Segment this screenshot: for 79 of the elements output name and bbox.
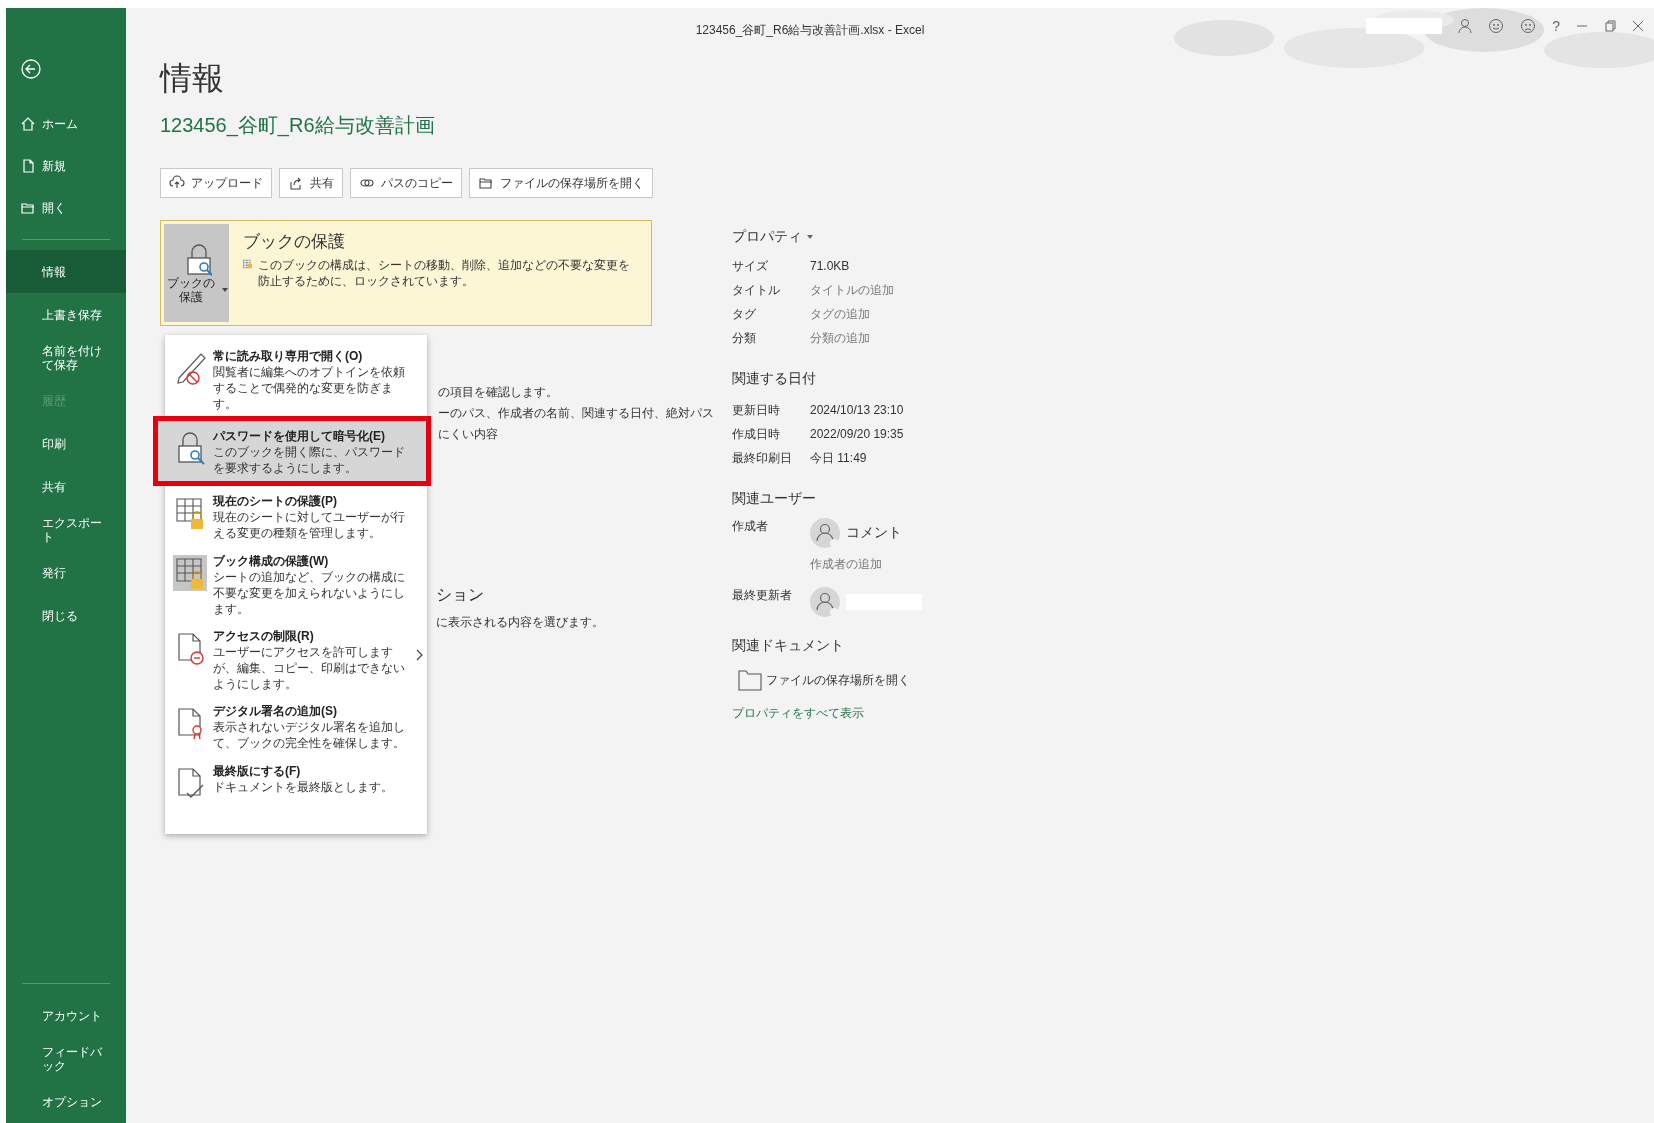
share-icon [288,175,304,191]
folder-icon [20,200,36,216]
menu-item[interactable]: デジタル署名の追加(S) 表示されないデジタル署名を追加して、ブックの完全性を確保します。 [165,696,427,756]
sidebar-item[interactable]: 上書き保存 [6,293,116,336]
show-all-properties-link[interactable]: プロパティをすべて表示 [732,706,864,720]
menu-item[interactable]: 常に読み取り専用で開く(O) 閲覧者に編集へのオプトインを依頼することで偶発的な変更を防ぎます。 [165,341,427,416]
property-label: サイズ [732,257,769,275]
section-heading: ション [436,586,484,603]
sidebar-item[interactable]: エクスポート [6,508,126,551]
file-name: 123456_谷町_R6給与改善計画 [160,114,435,136]
sidebar-item[interactable]: オプション [6,1080,116,1123]
section-text: にくい内容 [438,428,498,440]
property-label: 最終印刷日 [732,449,793,467]
page-title: 情報 [160,59,225,98]
help-button[interactable]: ? [1552,18,1560,34]
avatar-icon [810,518,840,548]
sidebar-item[interactable]: 閉じる [6,594,92,637]
menu-item[interactable]: アクセスの制限(R) ユーザーにアクセスを許可しますが、編集、コピー、印刷はできないようにします。 [165,621,427,696]
property-label: タイトル [732,281,781,299]
workbook-lock-icon [243,257,253,271]
sidebar-item[interactable]: ホーム [6,103,126,145]
home-icon [20,116,36,132]
smile-icon[interactable] [1488,18,1505,34]
caret-down-icon [221,287,229,293]
section-text: の項目を確認します。 [438,386,558,398]
property-value: 今日 11:49 [810,450,867,465]
sidebar-item[interactable]: 共有 [6,465,80,508]
property-label: 作成者 [732,518,769,535]
add-author-field[interactable]: 作成者の追加 [810,557,882,571]
section-heading: 関連ユーザー [732,490,816,506]
cloud-upload-icon [169,175,185,191]
property-value: 2022/09/20 19:35 [810,427,904,441]
properties-dropdown[interactable]: プロパティ [732,228,802,246]
sidebar-item[interactable]: 新規 [6,145,126,187]
property-field[interactable]: 分類の追加 [810,330,870,345]
document-icon [20,158,36,174]
back-icon[interactable] [20,58,42,80]
sidebar-item[interactable]: 開く [6,187,126,229]
property-label: 更新日時 [732,401,781,419]
action-button[interactable]: アップロード [160,168,272,198]
folder-icon [738,669,762,691]
sidebar-item[interactable]: 情報 [6,250,126,293]
person-icon[interactable] [1458,18,1473,34]
section-heading: 関連ドキュメント [732,637,845,655]
frown-icon[interactable] [1520,18,1537,34]
close-icon[interactable] [1632,20,1644,32]
property-label: 分類 [732,329,757,347]
sidebar-item[interactable]: アカウント [6,994,116,1037]
menu-item[interactable]: ブック構成の保護(W) シートの追加など、ブックの構成に不要な変更を加えられないようにします。 [165,546,427,621]
property-value: 2024/10/13 23:10 [810,403,904,417]
menu-item[interactable]: 最終版にする(F) ドキュメントを最終版とします。 [165,756,427,816]
property-label: 最終更新者 [732,587,793,604]
action-button[interactable]: ファイルの保存場所を開く [469,168,653,198]
account-name-field[interactable] [1366,18,1443,34]
sidebar-item[interactable]: フィードバック [6,1037,126,1080]
property-field[interactable]: タイトルの追加 [810,282,894,297]
protect-workbook-button[interactable]: ブックの保護 [164,224,229,322]
sidebar-item[interactable]: 印刷 [6,422,80,465]
author-name: コメント [846,524,902,542]
property-label: タグ [732,305,757,323]
panel-heading: ブックの保護 [243,231,346,253]
property-field[interactable]: タグの追加 [810,306,870,321]
section-text: ーのパス、作成者の名前、関連する日付、絶対パス [438,407,714,419]
open-location-link[interactable]: ファイルの保存場所を開く [738,669,910,691]
restore-icon[interactable] [1604,20,1616,32]
action-button[interactable]: 共有 [279,168,343,198]
action-button[interactable]: パスのコピー [350,168,462,198]
sidebar-item[interactable]: 発行 [6,551,80,594]
section-heading: 関連する日付 [732,370,817,388]
property-label: 作成日時 [732,425,781,443]
folder-icon [478,175,494,191]
section-text: に表示される内容を選びます。 [436,615,604,629]
window-title: 123456_谷町_R6給与改善計画.xlsx - Excel [695,22,925,39]
caret-down-icon [806,234,814,240]
sidebar-item[interactable]: 名前を付けて保存 [6,336,126,379]
property-value: 71.0KB [810,259,850,273]
panel-description: このブックの構成は、シートの移動、削除、追加などの不要な変更を防止するために、ロックされています。 [258,257,632,289]
avatar-icon [810,587,840,617]
menu-item[interactable]: 現在のシートの保護(P) 現在のシートに対してユーザーが行える変更の種類を管理します。 [165,486,427,546]
